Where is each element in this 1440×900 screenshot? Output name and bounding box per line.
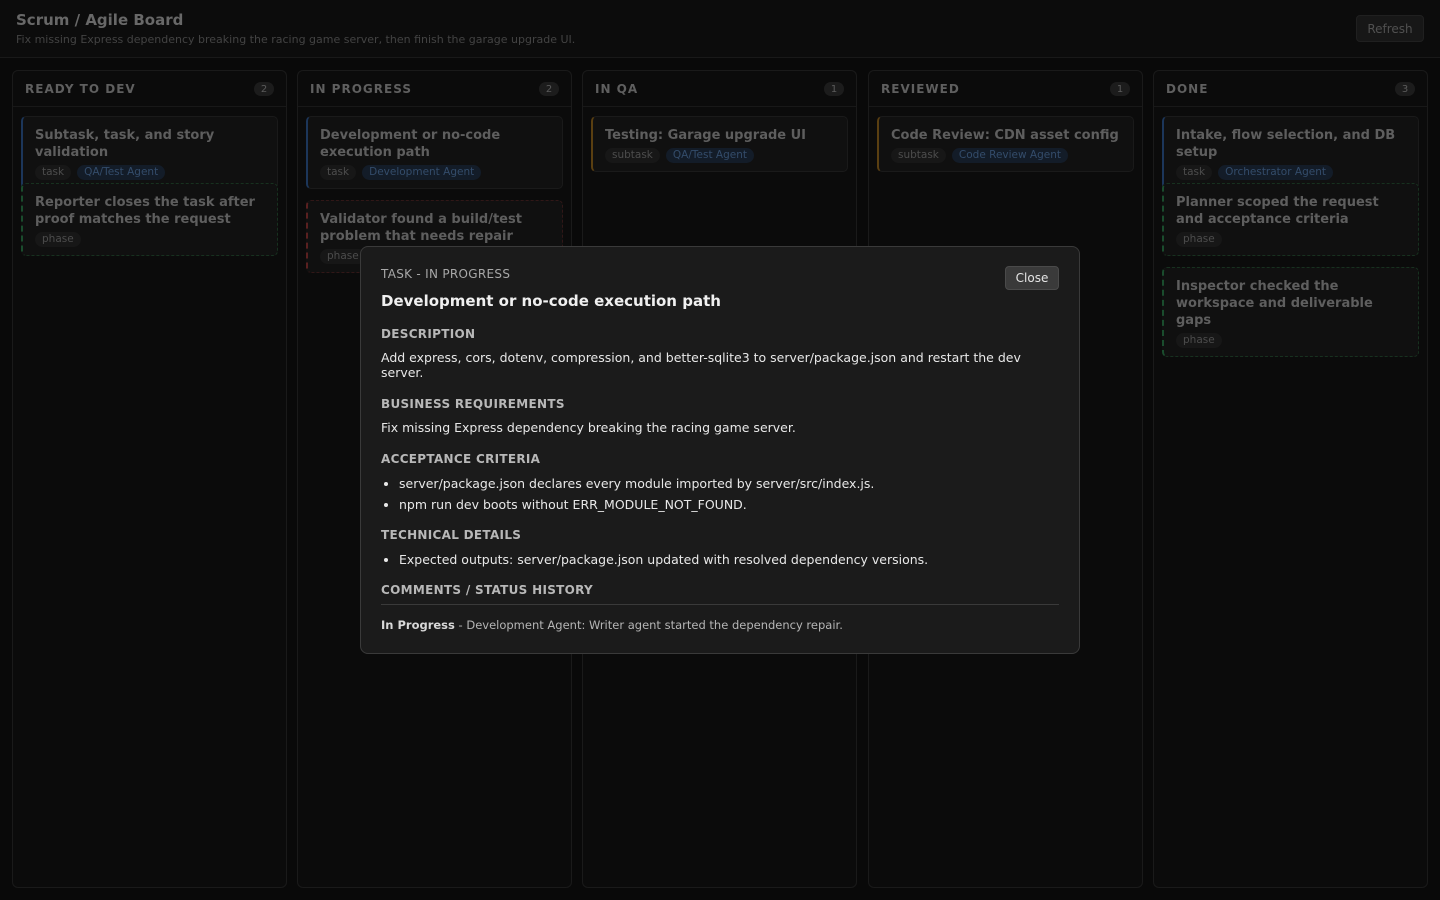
technical-details-list: Expected outputs: server/package.json up… — [399, 549, 1059, 570]
list-item: server/package.json declares every modul… — [399, 473, 1059, 494]
task-detail-modal: TASK - IN PROGRESS Development or no-cod… — [360, 246, 1080, 654]
modal-title: Development or no-code execution path — [381, 292, 721, 310]
acceptance-criteria-label: ACCEPTANCE CRITERIA — [381, 452, 541, 466]
acceptance-criteria-list: server/package.json declares every modul… — [399, 473, 1059, 515]
divider — [381, 604, 1059, 605]
close-button[interactable]: Close — [1005, 266, 1059, 290]
comment-status: In Progress — [381, 618, 455, 632]
description-label: DESCRIPTION — [381, 327, 476, 341]
comments-label: COMMENTS / STATUS HISTORY — [381, 583, 594, 597]
technical-details-label: TECHNICAL DETAILS — [381, 528, 522, 542]
status-history-entry: In Progress - Development Agent: Writer … — [381, 618, 1059, 632]
list-item: Expected outputs: server/package.json up… — [399, 549, 1059, 570]
comment-text: - Development Agent: Writer agent starte… — [454, 618, 843, 632]
description-text: Add express, cors, dotenv, compression, … — [381, 350, 1021, 380]
business-requirements-text: Fix missing Express dependency breaking … — [381, 420, 796, 435]
business-requirements-label: BUSINESS REQUIREMENTS — [381, 397, 565, 411]
list-item: npm run dev boots without ERR_MODULE_NOT… — [399, 494, 1059, 515]
modal-eyebrow: TASK - IN PROGRESS — [381, 267, 511, 281]
